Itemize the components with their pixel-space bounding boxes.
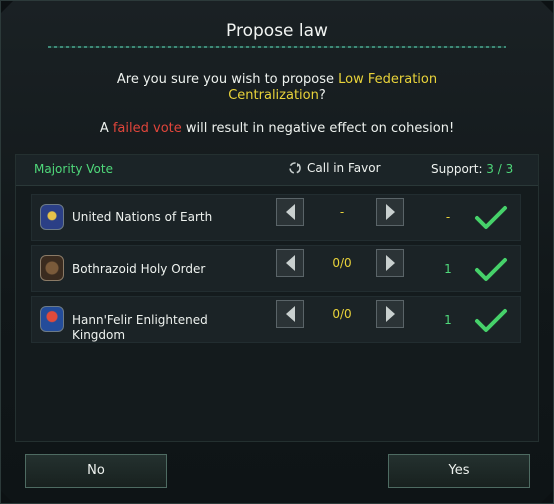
call-in-favor-header: Call in Favor <box>288 161 381 175</box>
arrow-left-icon <box>285 204 295 220</box>
member-name: Bothrazoid Holy Order <box>72 262 206 276</box>
member-row: United Nations of Earth - - <box>31 194 521 241</box>
arrow-right-icon <box>385 255 395 271</box>
member-name: Hann'Felir Enlightened Kingdom <box>72 313 242 343</box>
arrow-left-icon <box>285 306 295 322</box>
member-name: United Nations of Earth <box>72 210 213 224</box>
frame-corner <box>1 1 13 13</box>
law-name-cont: Centralization <box>228 88 319 103</box>
hannfelir-emblem-icon <box>40 306 64 332</box>
increase-favor-button[interactable] <box>376 249 404 277</box>
cohesion-warning: A failed vote will result in negative ef… <box>40 121 514 136</box>
favor-value: - <box>339 205 345 219</box>
question-mark: ? <box>318 88 326 103</box>
decrease-favor-button[interactable] <box>276 300 304 328</box>
member-name-line1: Hann'Felir Enlightened <box>72 313 208 327</box>
title-divider <box>48 46 506 48</box>
frame-corner <box>541 491 553 503</box>
check-icon <box>475 258 507 281</box>
arrow-right-icon <box>385 306 395 322</box>
favor-value: 0/0 <box>332 307 352 321</box>
support-count: 3 / 3 <box>486 162 514 176</box>
warning-text-cont: will result in negative effect on cohesi… <box>181 121 455 136</box>
arrow-left-icon <box>285 255 295 271</box>
check-icon <box>475 206 507 229</box>
yes-button[interactable]: Yes <box>388 454 530 488</box>
member-support-value: - <box>445 210 451 224</box>
member-row: Hann'Felir Enlightened Kingdom 0/0 1 <box>31 296 521 343</box>
failed-vote-highlight: failed vote <box>112 121 182 136</box>
arrow-right-icon <box>385 204 395 220</box>
increase-favor-button[interactable] <box>376 198 404 226</box>
united-nations-emblem-icon <box>40 204 64 230</box>
check-icon <box>475 309 507 332</box>
favor-value: 0/0 <box>332 256 352 270</box>
frame-corner <box>1 491 13 503</box>
member-support-value: 1 <box>444 313 452 327</box>
confirmation-question: Are you sure you wish to propose Low Fed… <box>60 72 494 104</box>
member-name-line2: Kingdom <box>72 328 126 342</box>
member-support-value: 1 <box>444 262 452 276</box>
bothrazoid-emblem-icon <box>40 255 64 281</box>
title-bar: Propose law <box>48 14 506 48</box>
support-label: Support: <box>431 162 487 176</box>
vote-type-label: Majority Vote <box>34 162 113 176</box>
increase-favor-button[interactable] <box>376 300 404 328</box>
no-button[interactable]: No <box>25 454 167 488</box>
decrease-favor-button[interactable] <box>276 198 304 226</box>
decrease-favor-button[interactable] <box>276 249 304 277</box>
frame-corner <box>541 1 553 13</box>
vote-table-header: Majority Vote Call in Favor Support: 3 /… <box>16 155 538 186</box>
support-summary: Support: 3 / 3 <box>431 162 513 176</box>
dialog-title: Propose law <box>226 21 328 41</box>
call-in-favor-label: Call in Favor <box>307 161 381 175</box>
question-text: Are you sure you wish to propose <box>116 72 339 87</box>
favor-icon <box>289 162 301 174</box>
warning-text: A <box>99 121 113 136</box>
member-row: Bothrazoid Holy Order 0/0 1 <box>31 245 521 292</box>
law-name: Low Federation <box>338 72 438 87</box>
